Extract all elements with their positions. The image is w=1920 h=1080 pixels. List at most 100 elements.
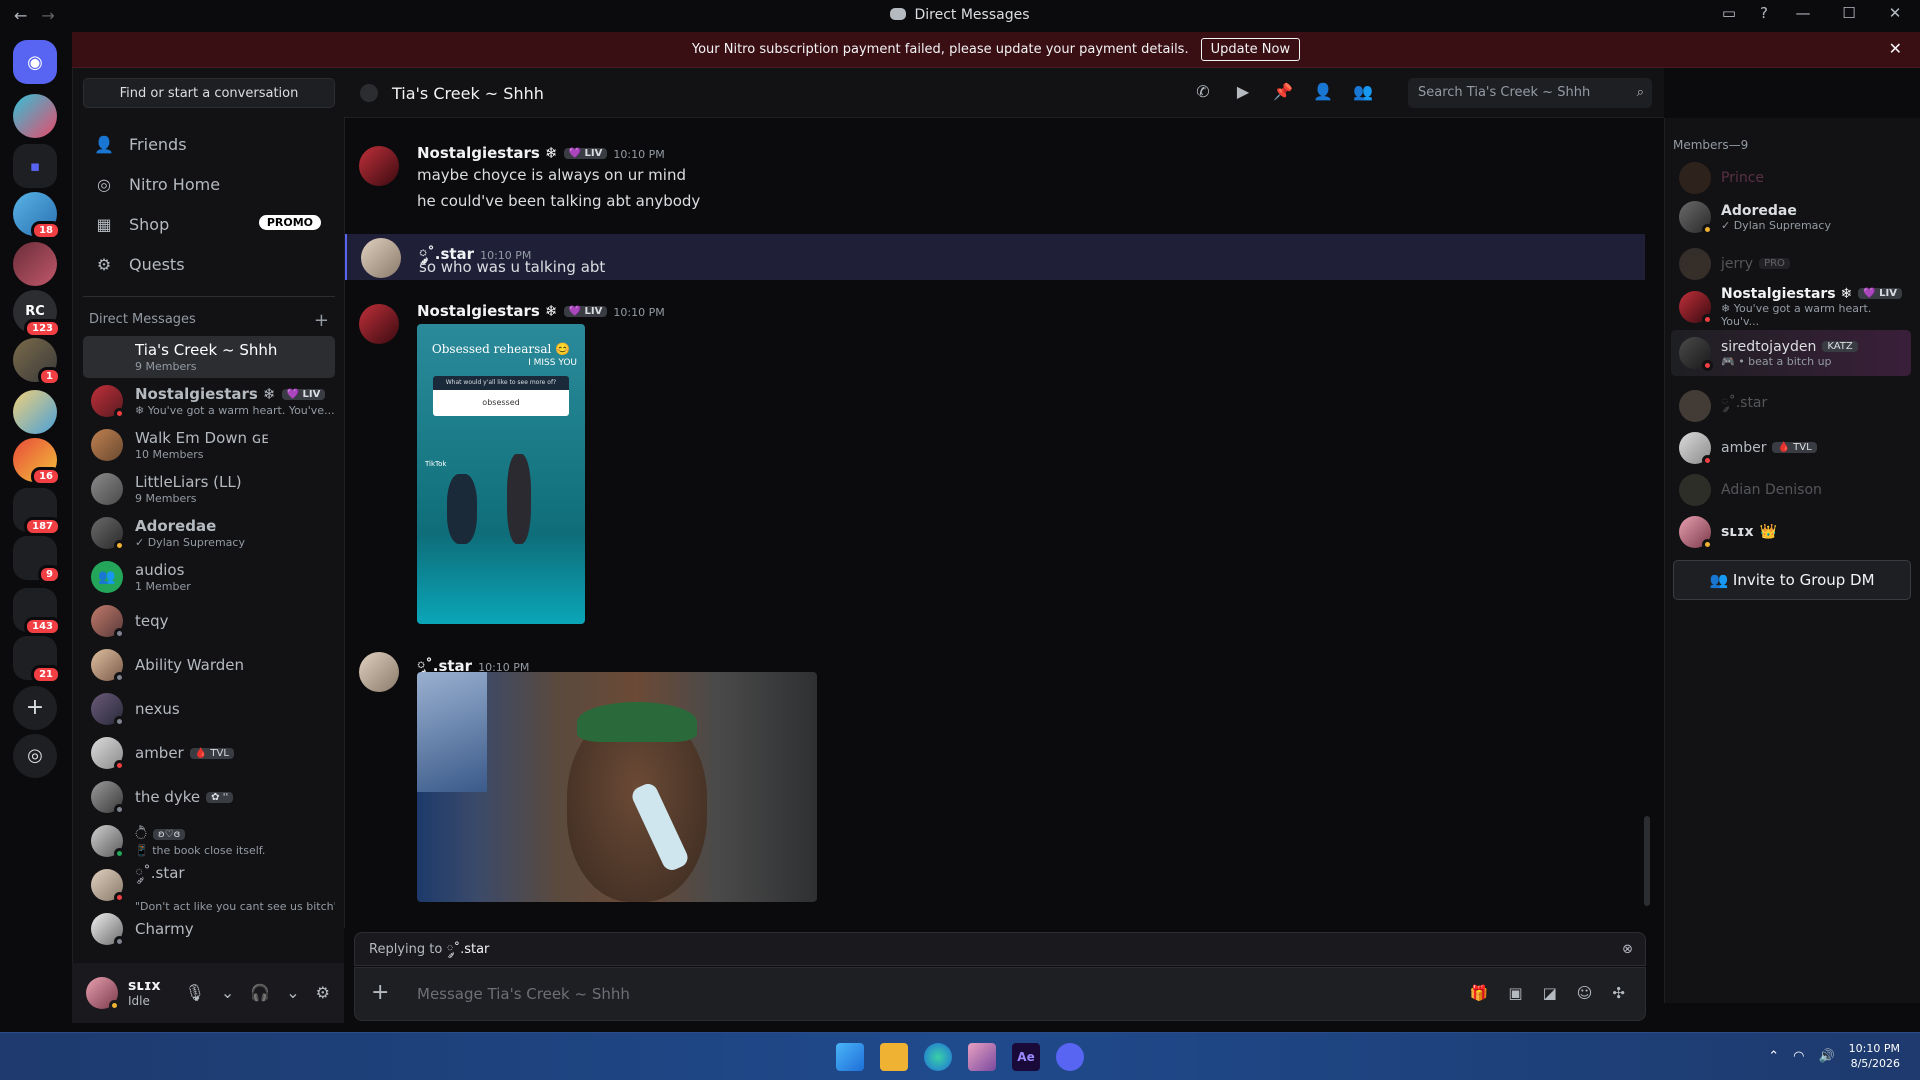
edge-browser-icon[interactable] xyxy=(924,1043,952,1071)
add-server-button[interactable]: + xyxy=(13,686,57,730)
avatar[interactable] xyxy=(361,238,401,278)
video-call-icon[interactable]: ▶ xyxy=(1232,82,1254,101)
message[interactable]: Nostalgiestars ❄ 💜 LIV 10:10 PM maybe choy… xyxy=(345,142,1645,210)
dm-item[interactable]: Charmy xyxy=(83,908,335,950)
close-window-button[interactable]: ✕ xyxy=(1884,4,1906,22)
member-item[interactable]: siredtojayden KATZ 🎮 • beat a bitch up xyxy=(1671,330,1911,376)
avatar[interactable] xyxy=(86,977,120,1011)
volume-icon[interactable]: 🔊 xyxy=(1818,1049,1834,1064)
dm-item[interactable]: Tia's Creek ~ Shhh 9 Members xyxy=(83,336,335,378)
message-gif[interactable] xyxy=(417,672,817,902)
find-conversation-input[interactable]: Find or start a conversation xyxy=(83,78,335,108)
message-input[interactable]: Message Tia's Creek ~ Shhh xyxy=(417,985,630,1003)
server-icon[interactable] xyxy=(13,242,57,286)
avatar[interactable] xyxy=(359,304,399,344)
avatar[interactable] xyxy=(359,652,399,692)
server-folder[interactable]: 143 xyxy=(13,588,61,636)
server-folder[interactable]: 187 xyxy=(13,488,61,536)
server-icon[interactable]: RC 123 xyxy=(13,290,61,338)
cancel-reply-icon[interactable]: ⊗ xyxy=(1622,933,1633,967)
discover-button[interactable]: ◎ xyxy=(13,734,57,778)
member-item[interactable]: Nostalgiestars ❄ 💜 LIV ❄ You've got a warm… xyxy=(1671,284,1911,330)
clock[interactable]: 10:10 PM 8/5/2026 xyxy=(1849,1041,1900,1071)
server-icon[interactable] xyxy=(13,94,57,138)
member-item[interactable]: Prince xyxy=(1671,158,1911,198)
avatar[interactable] xyxy=(359,146,399,186)
headphones-icon[interactable]: 🎧 xyxy=(250,983,270,1002)
discord-taskbar-icon[interactable] xyxy=(1056,1043,1084,1071)
maximize-button[interactable]: ☐ xyxy=(1838,4,1860,22)
apps-icon[interactable]: ✣ xyxy=(1612,984,1625,1002)
nav-shop[interactable]: ▦ Shop PROMO xyxy=(83,204,335,244)
dm-item[interactable]: teqy xyxy=(83,600,335,642)
message[interactable]: Nostalgiestars ❄ 💜 LIV 10:10 PM Obsessed r… xyxy=(345,300,1645,630)
after-effects-icon[interactable]: Ae xyxy=(1012,1043,1040,1071)
server-icon[interactable] xyxy=(13,390,57,434)
dm-item[interactable]: Nostalgiestars ❄ 💜 LIV ❄ You've got a warm… xyxy=(83,380,335,422)
folder-icon[interactable]: ▪ xyxy=(13,144,57,188)
sticker-icon[interactable]: ◪ xyxy=(1543,984,1557,1002)
settings-gear-icon[interactable]: ⚙ xyxy=(316,983,330,1002)
chevron-up-icon[interactable]: ⌃ xyxy=(1768,1049,1779,1064)
gift-icon[interactable]: 🎁 xyxy=(1470,984,1489,1002)
add-member-icon[interactable]: 👤 xyxy=(1312,82,1334,101)
search-input[interactable]: Search Tia's Creek ~ Shhh ⌕ xyxy=(1408,78,1652,108)
create-dm-plus-icon[interactable]: + xyxy=(314,310,329,331)
attach-plus-icon[interactable]: + xyxy=(371,980,389,1005)
avatar xyxy=(1679,291,1713,325)
minimize-button[interactable]: — xyxy=(1792,4,1814,22)
nav-friends[interactable]: 👤 Friends xyxy=(83,124,335,164)
server-icon[interactable]: 18 xyxy=(13,192,61,240)
nav-nitro-home[interactable]: ◎ Nitro Home xyxy=(83,164,335,204)
emoji-icon[interactable]: ☺ xyxy=(1577,984,1593,1002)
help-icon[interactable]: ? xyxy=(1760,4,1768,22)
pin-icon[interactable]: 📌 xyxy=(1272,82,1294,101)
file-explorer-icon[interactable] xyxy=(880,1043,908,1071)
message[interactable]: ༘˚.star 10:10 PM so who was u talking abt xyxy=(345,234,1645,280)
app-icon[interactable] xyxy=(968,1043,996,1071)
chevron-down-icon[interactable]: ⌄ xyxy=(286,983,299,1002)
server-folder[interactable]: 9 xyxy=(13,536,61,584)
server-folder[interactable]: 21 xyxy=(13,636,61,684)
chevron-down-icon[interactable]: ⌄ xyxy=(221,983,234,1002)
nav-quests[interactable]: ⚙ Quests xyxy=(83,244,335,284)
dm-item[interactable]: 👥 audios 1 Member xyxy=(83,556,335,598)
dm-item[interactable]: amber 🩸 TVL xyxy=(83,732,335,774)
scrollbar[interactable] xyxy=(1644,816,1650,906)
dm-item[interactable]: ༘˚.star "Don't act like you cant see us b… xyxy=(83,864,335,913)
member-item[interactable]: jerry PRO xyxy=(1671,244,1911,284)
dm-item[interactable]: Walk Em Down ɢᴇ 10 Members xyxy=(83,424,335,466)
dm-item[interactable]: Ability Warden xyxy=(83,644,335,686)
dm-item[interactable]: Adoredae ✓ Dylan Supremacy xyxy=(83,512,335,554)
message-author[interactable]: Nostalgiestars ❄ xyxy=(417,144,558,162)
message-composer[interactable]: + Message Tia's Creek ~ Shhh 🎁 ▣ ◪ ☺ ✣ xyxy=(354,967,1646,1021)
member-item[interactable]: ꜱʟɪx 👑 xyxy=(1671,512,1911,552)
server-icon[interactable]: 1 xyxy=(13,338,61,386)
close-icon[interactable]: ✕ xyxy=(1889,39,1902,58)
gif-icon[interactable]: ▣ xyxy=(1508,984,1522,1002)
phone-call-icon[interactable]: ✆ xyxy=(1192,82,1214,101)
message[interactable]: ༘˚.star 10:10 PM xyxy=(345,648,1645,902)
member-list-icon[interactable]: 👥 xyxy=(1352,82,1374,101)
update-now-button[interactable]: Update Now xyxy=(1200,38,1301,61)
dm-item[interactable]: the dyke ✿ '' xyxy=(83,776,335,818)
microphone-icon[interactable]: 🎙 xyxy=(185,983,205,1002)
server-icon[interactable]: 16 xyxy=(13,438,61,486)
unread-badge: 9 xyxy=(38,565,61,584)
shop-icon: ▦ xyxy=(96,215,112,234)
wifi-icon[interactable]: ◠ xyxy=(1793,1049,1804,1064)
invite-to-group-dm-button[interactable]: 👥 Invite to Group DM xyxy=(1673,560,1911,600)
member-item[interactable]: amber 🩸 TVL xyxy=(1671,428,1911,468)
message-image[interactable]: Obsessed rehearsal 😊 I MISS YOU What wou… xyxy=(417,324,585,624)
inbox-icon[interactable]: ▭ xyxy=(1722,4,1736,22)
windows-start-icon[interactable] xyxy=(836,1043,864,1071)
member-item[interactable]: ༘˚.star xyxy=(1671,386,1911,426)
dm-item[interactable]: LittleLiars (LL) 9 Members xyxy=(83,468,335,510)
dm-item[interactable]: nexus xyxy=(83,688,335,730)
avatar xyxy=(91,913,125,947)
member-item[interactable]: Adoredae ✓ Dylan Supremacy xyxy=(1671,194,1911,240)
dm-item[interactable]: ੈ ʚ♡ɞ 📱 the book close itself. xyxy=(83,820,335,862)
message-author[interactable]: Nostalgiestars ❄ xyxy=(417,302,558,320)
member-item[interactable]: Adian Denison xyxy=(1671,470,1911,510)
home-button[interactable]: ◉ xyxy=(13,40,57,84)
